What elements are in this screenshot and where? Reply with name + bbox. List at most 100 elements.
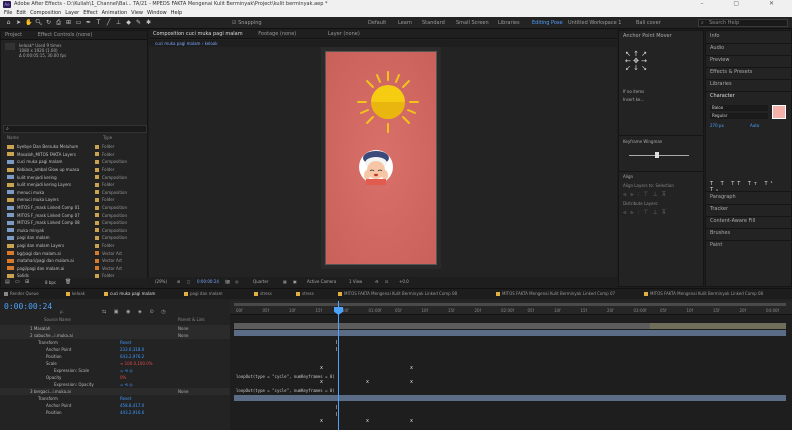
property-row[interactable]: Transform Reset: [0, 339, 230, 346]
label-color-swatch[interactable]: [95, 159, 99, 164]
insert-label[interactable]: Insert ke...: [623, 97, 644, 102]
tab-effect-controls[interactable]: Effect Controls (none): [38, 32, 93, 38]
project-item[interactable]: menuci muka Composition: [3, 189, 147, 197]
label-color-swatch[interactable]: [95, 251, 99, 256]
type-tool-icon[interactable]: T: [95, 19, 102, 26]
panel-audio[interactable]: Audio: [710, 45, 724, 51]
panel-tracker[interactable]: Tracker: [710, 206, 728, 212]
label-color-swatch[interactable]: [95, 197, 99, 202]
exposure-value[interactable]: +0.0: [399, 279, 409, 284]
brush-tool-icon[interactable]: ╱: [105, 19, 112, 26]
label-color-swatch[interactable]: [95, 190, 99, 195]
project-item[interactable]: kulit menjadi kering Layers Folder: [3, 181, 147, 189]
project-item[interactable]: kulit menjadi kering Composition: [3, 173, 147, 181]
label-color-swatch[interactable]: [95, 235, 99, 240]
font-size-value[interactable]: 270 px: [710, 123, 724, 128]
project-item[interactable]: MITOS F_mask Linked Comp 08 Composition: [3, 219, 147, 227]
layer-bar-bergaci[interactable]: [234, 395, 786, 401]
menu-view[interactable]: View: [131, 9, 143, 17]
workspace-untitled-1[interactable]: Untitled Workspace 1: [568, 20, 621, 26]
label-color-swatch[interactable]: [95, 152, 99, 157]
project-item[interactable]: MITOS F_mask Linked Comp 01 Composition: [3, 204, 147, 212]
property-row[interactable]: Scale ∞ 100.0,100.0%: [0, 360, 230, 367]
pen-tool-icon[interactable]: ✒: [85, 19, 92, 26]
workspace-bali-cover[interactable]: Bali cover: [636, 20, 661, 26]
home-icon[interactable]: ⌂: [5, 19, 12, 26]
timeline-tab[interactable]: MITOS FAKTA Mengenai Kulit Berminyak Lin…: [338, 291, 457, 296]
property-row[interactable]: Position 443.2,916.6: [0, 409, 230, 416]
timeline-tab[interactable]: keloak: [66, 291, 85, 296]
time-ruler[interactable]: 00f 05f 10f 15f 20f 01:00f 05f 10f 15f 20f 02:00f 0…: [230, 301, 792, 315]
window-controls[interactable]: – ▢ ✕: [700, 0, 788, 7]
property-value[interactable]: = ⟲ ◎: [120, 368, 133, 373]
label-color-swatch[interactable]: [95, 182, 99, 187]
menu-help[interactable]: Help: [171, 9, 182, 17]
menu-layer[interactable]: Layer: [65, 9, 79, 17]
menu-window[interactable]: Window: [147, 9, 167, 17]
channel-icon[interactable]: ◎: [235, 279, 239, 284]
3d-renderer-icon[interactable]: ⊡: [385, 279, 388, 284]
property-value[interactable]: = ⟲ ◎: [120, 382, 133, 387]
keyframe-slider-handle[interactable]: [655, 152, 659, 158]
keyframe-icon[interactable]: x: [410, 418, 413, 424]
tab-layer[interactable]: Layer (none): [328, 31, 360, 37]
rotate-tool-icon[interactable]: ↻: [45, 19, 52, 26]
zoom-tool-icon[interactable]: 🔍︎: [35, 19, 43, 26]
eraser-tool-icon[interactable]: ◆: [125, 19, 132, 26]
anchor-arrows-icon[interactable]: ↖ ↑ ↗ ← ✥ → ↙ ↓ ↘: [625, 51, 647, 72]
property-value[interactable]: Reset: [120, 396, 131, 401]
font-family-dropdown[interactable]: Baloo: [710, 105, 768, 111]
panel-preview[interactable]: Preview: [710, 57, 729, 63]
keyframe-icon[interactable]: x: [320, 418, 323, 424]
region-icon[interactable]: ▣: [293, 279, 297, 284]
panel-libraries[interactable]: Libraries: [710, 81, 732, 87]
project-item[interactable]: pagi/pagi dan malam.ai Vector Art: [3, 265, 147, 273]
interpret-footage-icon[interactable]: ▤: [5, 279, 10, 285]
label-color-swatch[interactable]: [95, 167, 99, 172]
keyframe-slider[interactable]: [629, 155, 689, 156]
layer-row[interactable]: 1 Masalah None: [0, 325, 230, 332]
bit-depth-label[interactable]: 8 bpc: [45, 280, 56, 285]
viewer-timecode[interactable]: 0:00:00:24: [197, 279, 219, 284]
keyframe-icon[interactable]: x: [366, 418, 369, 424]
project-item[interactable]: pagi dan malam Layers Folder: [3, 242, 147, 250]
label-color-swatch[interactable]: [95, 228, 99, 233]
camera-tool-icon[interactable]: ⎙: [55, 19, 62, 26]
rectangle-tool-icon[interactable]: ▭: [75, 19, 82, 26]
align-title[interactable]: Align: [623, 174, 633, 179]
workspace-default[interactable]: Default: [368, 20, 386, 26]
panel-paragraph[interactable]: Paragraph: [710, 194, 736, 200]
selection-tool-icon[interactable]: ➤: [15, 19, 22, 26]
property-row[interactable]: Opacity 0%: [0, 374, 230, 381]
snapshot-icon[interactable]: 📷︎: [225, 279, 230, 284]
roi-icon[interactable]: ◻: [187, 279, 190, 284]
property-value[interactable]: 0%: [120, 375, 126, 380]
label-color-swatch[interactable]: [95, 144, 99, 149]
property-value[interactable]: 233.0,318.0: [120, 347, 144, 352]
new-comp-icon[interactable]: ⊞: [25, 279, 29, 285]
camera-view-dropdown[interactable]: Active Camera: [307, 279, 336, 284]
anchor-point-mover-title[interactable]: Anchor Point Mover: [623, 33, 672, 39]
project-item[interactable]: Kebiasa_ambal Glow up muasa Folder: [3, 166, 147, 174]
project-search-input[interactable]: ⌕: [3, 125, 147, 133]
menu-file[interactable]: File: [4, 9, 12, 17]
workspace-editing-pose[interactable]: Editing Pose: [532, 20, 563, 26]
project-item[interactable]: byebye Dan Bersuka Meluhum Folder: [3, 143, 147, 151]
property-row[interactable]: Expression: Opacity = ⟲ ◎: [0, 381, 230, 388]
trash-icon[interactable]: 🗑︎: [65, 279, 71, 285]
timeline-search-input[interactable]: ρ.: [60, 309, 64, 314]
keyframe-icon[interactable]: x: [320, 379, 323, 385]
distribute-buttons[interactable]: ⫷⫸⫶⊤⊥⊼: [623, 209, 670, 217]
layer-bar-masalah-tail[interactable]: [650, 323, 786, 329]
timeline-tab[interactable]: MITOS FAKTA Mengenai Kulit Berminyak Lin…: [644, 291, 763, 296]
roto-brush-tool-icon[interactable]: ✎: [135, 19, 142, 26]
leading-value[interactable]: Auto: [750, 123, 759, 128]
parent-dropdown[interactable]: None: [178, 326, 188, 331]
label-color-swatch[interactable]: [95, 243, 99, 248]
view-layout-dropdown[interactable]: 1 View: [349, 279, 362, 284]
tab-footage[interactable]: Footage (none): [258, 31, 296, 37]
new-folder-icon[interactable]: ▭: [15, 279, 20, 285]
keyframe-icon[interactable]: x: [320, 365, 323, 371]
timeline-tab[interactable]: pagi dan malam: [184, 291, 223, 296]
property-row[interactable]: Position 643.2,976.2: [0, 353, 230, 360]
